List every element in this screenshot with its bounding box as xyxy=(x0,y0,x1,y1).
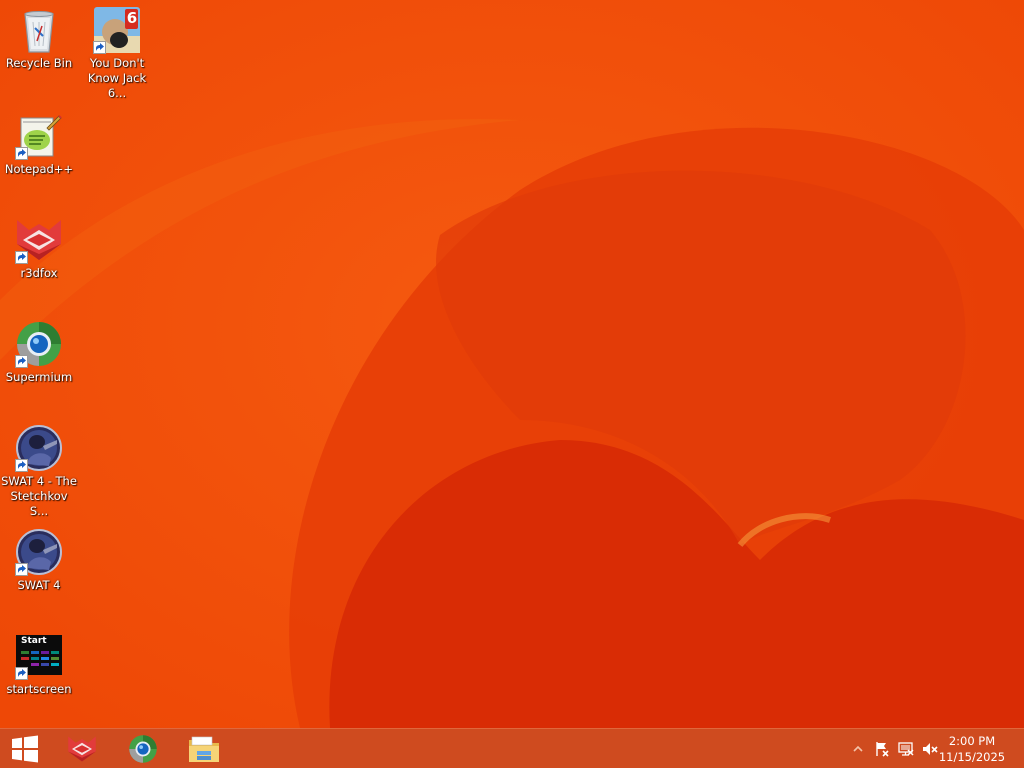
shortcut-arrow-icon xyxy=(93,41,106,54)
clock[interactable]: 2:00 PM 11/15/2025 xyxy=(932,733,1012,765)
desktop-icon-label: Recycle Bin xyxy=(5,56,73,70)
recycle-bin-icon xyxy=(24,11,54,53)
start-button[interactable] xyxy=(0,729,50,769)
taskbar-button-file-explorer[interactable] xyxy=(178,729,230,769)
shortcut-arrow-icon xyxy=(15,355,28,368)
supermium-icon xyxy=(129,735,157,763)
clock-date: 11/15/2025 xyxy=(938,750,1006,764)
network-icon[interactable] xyxy=(898,741,914,757)
desktop-icon-swat4-expansion[interactable]: SWAT 4 - The Stetchkov S... xyxy=(0,424,78,519)
desktop-icon-label: Notepad++ xyxy=(4,162,74,176)
shortcut-arrow-icon xyxy=(15,563,28,576)
r3dfox-icon xyxy=(68,736,96,762)
clock-time: 2:00 PM xyxy=(948,734,996,748)
action-center-flag-icon[interactable] xyxy=(874,741,890,757)
desktop-icon-you-dont-know-jack[interactable]: 6 You Don't Know Jack 6... xyxy=(78,6,156,101)
desktop-icon-r3dfox[interactable]: r3dfox xyxy=(0,216,78,281)
desktop-icon-label: startscreen xyxy=(6,682,72,696)
shortcut-arrow-icon xyxy=(15,147,28,160)
desktop-icon-recycle-bin[interactable]: Recycle Bin xyxy=(0,6,78,71)
folder-icon xyxy=(189,736,219,762)
taskbar-button-supermium[interactable] xyxy=(117,729,169,769)
desktop-icon-label: You Don't Know Jack 6... xyxy=(87,56,147,100)
taskbar: 2:00 PM 11/15/2025 xyxy=(0,728,1024,768)
show-hidden-icons-chevron[interactable] xyxy=(850,741,866,757)
desktop-icon-label: Supermium xyxy=(5,370,73,384)
desktop-icon-label: SWAT 4 xyxy=(17,578,61,592)
desktop[interactable]: Recycle Bin 6 You Don't Know Jack 6... N… xyxy=(0,0,1024,728)
startscreen-tile-text: Start xyxy=(21,636,47,646)
desktop-icon-supermium[interactable]: Supermium xyxy=(0,320,78,385)
desktop-icon-label: r3dfox xyxy=(20,266,58,280)
desktop-icon-notepad-plus-plus[interactable]: Notepad++ xyxy=(0,112,78,177)
jack-badge-number: 6 xyxy=(126,9,138,27)
windows-logo-icon xyxy=(12,735,38,763)
desktop-icon-startscreen[interactable]: Start startscreen xyxy=(0,632,78,697)
taskbar-button-r3dfox[interactable] xyxy=(56,729,108,769)
shortcut-arrow-icon xyxy=(15,251,28,264)
shortcut-arrow-icon xyxy=(15,667,28,680)
shortcut-arrow-icon xyxy=(15,459,28,472)
desktop-icon-swat4[interactable]: SWAT 4 xyxy=(0,528,78,593)
wallpaper xyxy=(0,0,1024,728)
desktop-icon-label: SWAT 4 - The Stetchkov S... xyxy=(1,474,77,518)
